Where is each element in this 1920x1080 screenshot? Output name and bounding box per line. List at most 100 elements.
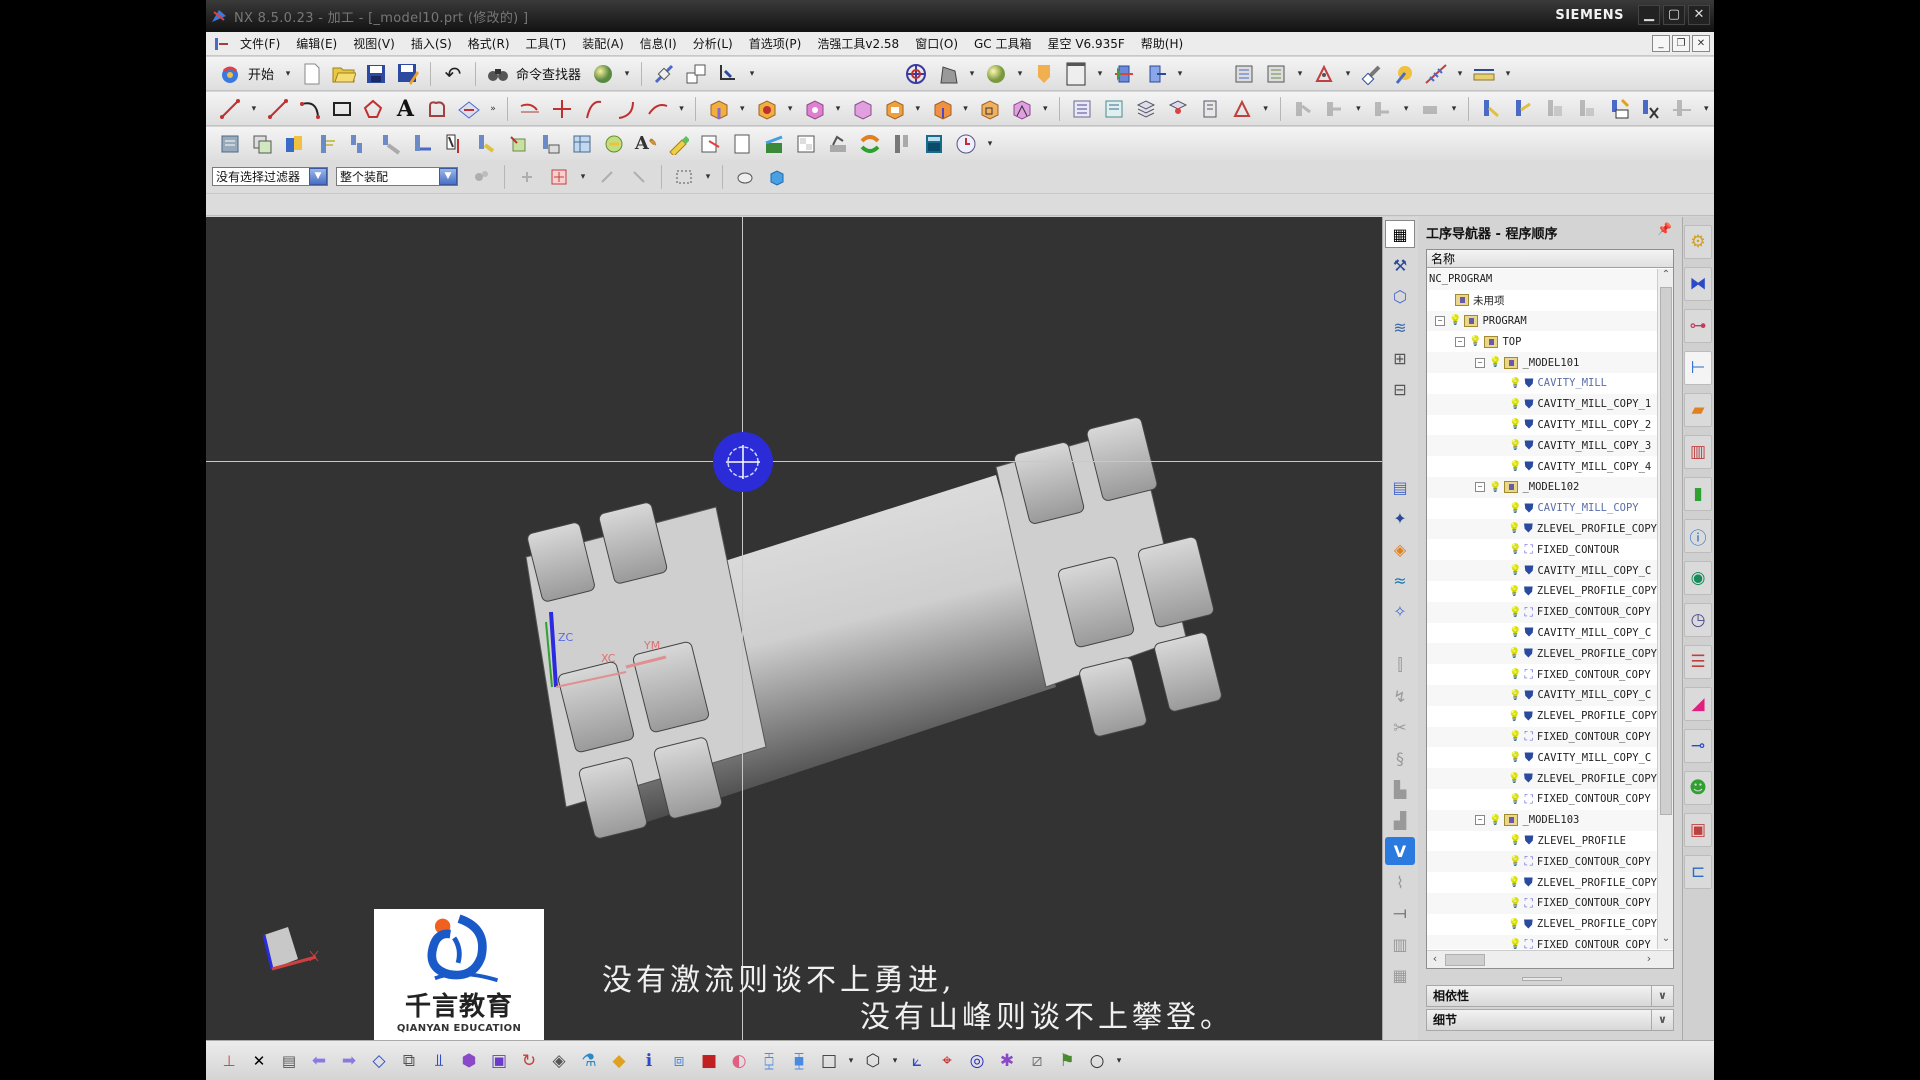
- cam-toolbar-dropdown-icon[interactable]: ▾: [985, 131, 995, 157]
- method-view-icon[interactable]: [1359, 61, 1385, 87]
- subtract-icon[interactable]: [977, 96, 1003, 122]
- general-snap-icon[interactable]: [469, 164, 495, 190]
- hexagon-icon[interactable]: ⬡: [860, 1048, 886, 1074]
- rotate-view-icon[interactable]: [903, 61, 929, 87]
- clearance-icon[interactable]: ⚗: [576, 1048, 602, 1074]
- verify-toolpath-icon[interactable]: ▟: [1385, 806, 1415, 834]
- tree-row[interactable]: 💡 ⛶ FIXED_CONTOUR_COPY: [1427, 789, 1657, 810]
- tree-row[interactable]: NC_PROGRAM: [1427, 269, 1657, 290]
- object-display-icon[interactable]: [1669, 96, 1695, 122]
- tree-row[interactable]: 💡 ⛊ ZLEVEL_PROFILE_COPY: [1427, 643, 1657, 665]
- generate-path-icon[interactable]: [1290, 96, 1316, 122]
- move-object-icon[interactable]: [651, 61, 677, 87]
- circle-dropdown-icon[interactable]: ▾: [1114, 1048, 1124, 1074]
- edit-curve-icon[interactable]: [581, 96, 607, 122]
- collapse-toggle-icon[interactable]: −: [1475, 482, 1485, 493]
- assembly-navigator-icon[interactable]: ⚙: [1684, 225, 1712, 259]
- tree-row[interactable]: 💡 ⛶ FIXED_CONTOUR_COPY: [1427, 892, 1657, 914]
- op-list-2-icon[interactable]: [1101, 96, 1127, 122]
- tree-row[interactable]: 💡 ⛊ ZLEVEL_PROFILE_COPY: [1427, 768, 1657, 789]
- display-wcs-icon[interactable]: ▤: [276, 1048, 302, 1074]
- column-header-name[interactable]: 名称: [1427, 250, 1673, 268]
- program-order-view-icon[interactable]: [1231, 61, 1257, 87]
- open-folder-icon[interactable]: [331, 61, 357, 87]
- background-icon[interactable]: [1031, 61, 1057, 87]
- simulate-icon[interactable]: V: [1385, 837, 1415, 865]
- curve-on-surface-icon[interactable]: [456, 96, 482, 122]
- details-panel[interactable]: 细节 ∨: [1426, 1009, 1674, 1031]
- system-scene-icon[interactable]: ▣: [1684, 813, 1712, 847]
- undo-icon[interactable]: ↶: [440, 61, 466, 87]
- replay-toolpath-icon[interactable]: ↯: [1385, 682, 1415, 710]
- roles-icon[interactable]: ☻: [1684, 771, 1712, 805]
- type-filter-dropdown[interactable]: 没有选择过滤器 ▼: [212, 167, 328, 186]
- create-method-icon[interactable]: [313, 131, 339, 157]
- start-icon[interactable]: [217, 61, 243, 87]
- horizontal-scrollbar[interactable]: ‹ ›: [1427, 950, 1673, 968]
- machine-tool-library-icon[interactable]: ▮: [1684, 477, 1712, 511]
- circle-icon[interactable]: ○: [1084, 1048, 1110, 1074]
- scroll-up-icon[interactable]: ⌃: [1658, 269, 1674, 285]
- curve-edit-dropdown-icon[interactable]: ▾: [676, 96, 686, 122]
- output-cls-icon[interactable]: [761, 131, 787, 157]
- scroll-left-icon[interactable]: ‹: [1427, 952, 1443, 965]
- shading-sphere-icon[interactable]: [983, 61, 1009, 87]
- process-studio-icon[interactable]: ◢: [1684, 687, 1712, 721]
- doc-minimize-button[interactable]: _: [1652, 35, 1670, 52]
- object-dropdown-icon[interactable]: ▾: [1701, 96, 1711, 122]
- manufacturing-wizard-icon[interactable]: ⊸: [1684, 729, 1712, 763]
- shading-dropdown-icon[interactable]: ▾: [1015, 61, 1025, 87]
- menu-file[interactable]: 文件(F): [232, 35, 288, 52]
- box-view-icon[interactable]: ▣: [486, 1048, 512, 1074]
- back-arrow-icon[interactable]: ⬅: [306, 1048, 332, 1074]
- expand-all-icon[interactable]: ⊞: [1385, 344, 1415, 372]
- pocket-icon[interactable]: [881, 96, 907, 122]
- part-icon[interactable]: ⬢: [456, 1048, 482, 1074]
- tree-row[interactable]: 💡 ⛊ CAVITY_MILL_COPY_2: [1427, 415, 1657, 436]
- web-browser-icon[interactable]: ⓘ: [1684, 519, 1712, 553]
- tree-row[interactable]: 💡 ⛶ FIXED_CONTOUR_COPY: [1427, 934, 1657, 949]
- machine-tool-view-icon[interactable]: ⚒: [1385, 251, 1415, 279]
- edit-object-icon[interactable]: [1478, 96, 1504, 122]
- h-scroll-thumb[interactable]: [1445, 954, 1485, 966]
- planar-mill-icon[interactable]: [377, 131, 403, 157]
- unite-dropdown-icon[interactable]: ▾: [961, 96, 971, 122]
- menu-information[interactable]: 信息(I): [632, 35, 685, 52]
- rotate-icon[interactable]: ↻: [516, 1048, 542, 1074]
- turning-icon[interactable]: [473, 131, 499, 157]
- close-button[interactable]: ✕: [1688, 5, 1710, 25]
- view-dropdown-icon[interactable]: ▾: [1295, 61, 1305, 87]
- forward-arrow-icon[interactable]: ➡: [336, 1048, 362, 1074]
- calculator-icon[interactable]: [921, 131, 947, 157]
- point-icon[interactable]: ⌖: [934, 1048, 960, 1074]
- create-tool-icon[interactable]: ✦: [1385, 504, 1415, 532]
- line-icon[interactable]: [217, 96, 243, 122]
- ruler-dropdown-icon[interactable]: ▾: [1503, 61, 1513, 87]
- tool-holder-icon[interactable]: [889, 131, 915, 157]
- layer-dropdown-icon[interactable]: ▾: [1095, 61, 1105, 87]
- palette-icon[interactable]: ◉: [1684, 561, 1712, 595]
- collapse-toggle-icon[interactable]: −: [1455, 336, 1465, 347]
- edit-pencil-icon[interactable]: [665, 131, 691, 157]
- contour-mill-icon[interactable]: [409, 131, 435, 157]
- tree-row[interactable]: − 💡 _MODEL103: [1427, 809, 1657, 831]
- tree-row[interactable]: 💡 ⛊ CAVITY_MILL_COPY_C: [1427, 747, 1657, 768]
- scroll-right-icon[interactable]: ›: [1641, 952, 1657, 965]
- collapse-toggle-icon[interactable]: −: [1435, 315, 1445, 326]
- rename-object-icon[interactable]: [1606, 96, 1632, 122]
- machine-tool-view-icon[interactable]: [1263, 61, 1289, 87]
- verify-path-icon[interactable]: [1417, 96, 1443, 122]
- tool-library-icon[interactable]: [793, 131, 819, 157]
- chevron-down-icon[interactable]: ∨: [1651, 1010, 1673, 1030]
- tree-row[interactable]: − 💡 TOP: [1427, 331, 1657, 352]
- menu-haoqiang-tools[interactable]: 浩强工具v2.58: [809, 35, 907, 52]
- info-icon[interactable]: ℹ: [636, 1048, 662, 1074]
- geometry-graph-icon[interactable]: [1229, 96, 1255, 122]
- blank-icon[interactable]: ⫫: [426, 1048, 452, 1074]
- paste-object-icon[interactable]: [1574, 96, 1600, 122]
- doc-restore-button[interactable]: ❐: [1672, 35, 1690, 52]
- minimize-button[interactable]: ▁: [1638, 5, 1660, 25]
- divide-curve-icon[interactable]: [549, 96, 575, 122]
- create-method-icon[interactable]: ≈: [1385, 566, 1415, 594]
- csys-icon[interactable]: ⟀: [904, 1048, 930, 1074]
